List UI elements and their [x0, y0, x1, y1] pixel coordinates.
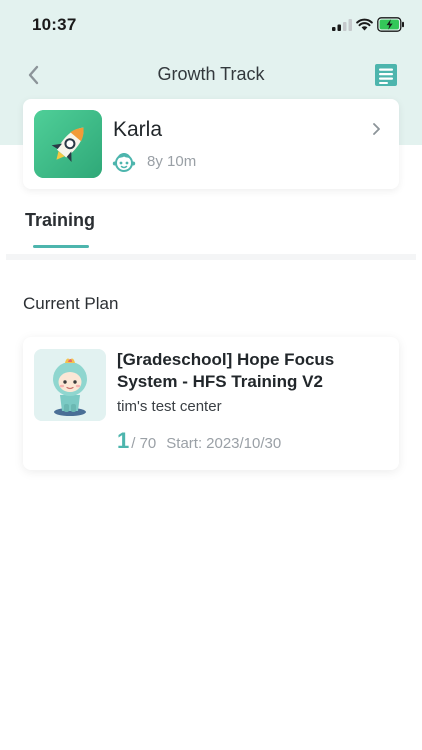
page-title: Growth Track [157, 64, 265, 84]
status-bar: 10:37 [0, 0, 422, 50]
wifi-icon [356, 18, 373, 31]
plan-progress-current: 1 [117, 428, 130, 453]
tab-training[interactable]: Training [25, 210, 95, 231]
plan-thumbnail [34, 349, 106, 421]
plan-progress-row: 1/ 70 Start: 2023/10/30 [117, 428, 281, 454]
chevron-right-icon [373, 123, 380, 135]
tab-active-indicator [33, 245, 89, 248]
child-profile-card[interactable]: Karla 8y 10m [23, 99, 399, 189]
plan-start-label: Start: [166, 435, 203, 452]
cellular-signal-icon [332, 19, 352, 31]
mascot-character-icon [34, 349, 106, 421]
navigation-bar: Growth Track [0, 52, 422, 98]
profile-avatar [34, 110, 102, 178]
plan-title: [Gradeschool] Hope Focus System - HFS Tr… [117, 350, 335, 391]
child-age: 8y 10m [147, 153, 197, 170]
battery-charging-icon [377, 17, 404, 32]
current-plan-card[interactable]: [Gradeschool] Hope Focus System - HFS Tr… [23, 337, 399, 470]
rocket-icon [34, 110, 102, 178]
current-plan-heading: Current Plan [23, 294, 119, 313]
kid-face-icon [112, 153, 136, 172]
plan-progress-total: / 70 [131, 435, 157, 452]
section-divider [6, 254, 416, 260]
plan-center: tim's test center [117, 398, 222, 415]
plan-start-date: 2023/10/30 [206, 435, 282, 452]
status-time: 10:37 [32, 15, 77, 34]
document-list-icon[interactable] [374, 63, 398, 87]
child-name: Karla [113, 118, 163, 141]
